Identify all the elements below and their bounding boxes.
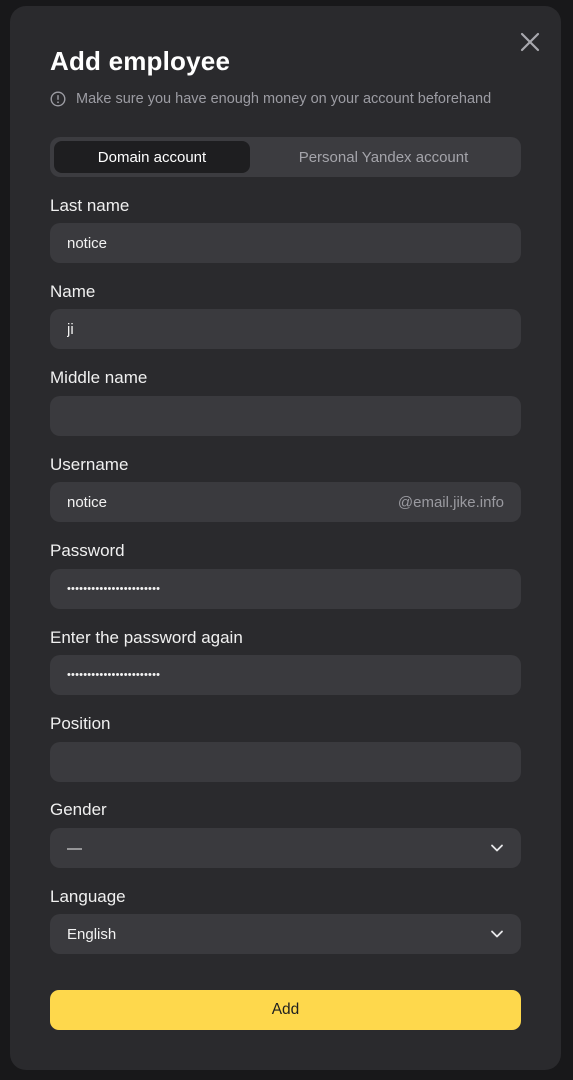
info-icon	[50, 91, 66, 107]
language-value: English	[67, 925, 117, 943]
dialog-title: Add employee	[50, 46, 231, 76]
position-input[interactable]	[50, 742, 521, 782]
language-label: Language	[50, 887, 126, 906]
gender-select[interactable]: —	[50, 828, 521, 868]
notice-text: Make sure you have enough money on your …	[76, 91, 492, 107]
name-value: ji	[67, 320, 74, 338]
position-label: Position	[50, 714, 111, 733]
password-repeat-input[interactable]: •••••••••••••••••••••••	[50, 655, 521, 695]
last-name-input[interactable]: notice	[50, 223, 521, 263]
name-input[interactable]: ji	[50, 309, 521, 349]
username-input[interactable]: notice @email.jike.info	[50, 482, 521, 522]
username-label: Username	[50, 455, 129, 474]
language-select[interactable]: English	[50, 914, 521, 954]
gender-label: Gender	[50, 800, 107, 819]
username-value: notice	[67, 493, 108, 511]
add-employee-dialog: Add employee Make sure you have enough m…	[10, 6, 561, 1070]
tab-personal-yandex-account[interactable]: Personal Yandex account	[250, 141, 517, 173]
account-type-switch: Domain account Personal Yandex account	[50, 137, 521, 177]
password-masked-value: •••••••••••••••••••••••	[67, 583, 161, 595]
balance-notice: Make sure you have enough money on your …	[50, 91, 491, 107]
password-repeat-masked-value: •••••••••••••••••••••••	[67, 669, 161, 681]
last-name-value: notice	[67, 234, 108, 252]
chevron-down-icon	[491, 844, 503, 852]
tab-domain-account[interactable]: Domain account	[54, 141, 250, 173]
username-domain-suffix: @email.jike.info	[397, 493, 504, 511]
password-input[interactable]: •••••••••••••••••••••••	[50, 569, 521, 609]
name-label: Name	[50, 282, 96, 301]
password-label: Password	[50, 541, 125, 560]
last-name-label: Last name	[50, 196, 130, 215]
close-icon	[520, 32, 540, 52]
add-button[interactable]: Add	[50, 990, 521, 1030]
middle-name-label: Middle name	[50, 368, 148, 387]
password-repeat-label: Enter the password again	[50, 628, 243, 647]
chevron-down-icon	[491, 930, 503, 938]
close-button[interactable]	[518, 30, 542, 54]
gender-value: —	[67, 839, 82, 857]
middle-name-input[interactable]	[50, 396, 521, 436]
